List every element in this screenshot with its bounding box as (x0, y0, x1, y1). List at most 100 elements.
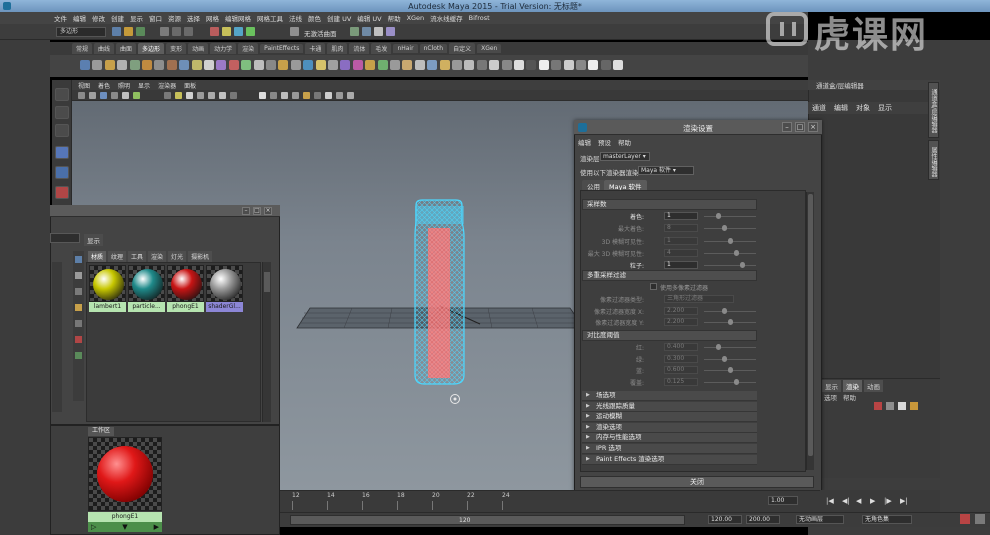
menu-item-5[interactable]: 窗口 (149, 13, 162, 23)
shelf-tool-icon[interactable] (402, 60, 413, 70)
shelf-tool-icon[interactable] (216, 60, 227, 70)
shelf-tool-icon[interactable] (377, 60, 388, 70)
hs-scroll-thumb[interactable] (264, 272, 270, 292)
shelf-tool-icon[interactable] (179, 60, 190, 70)
field-value[interactable]: 4 (664, 248, 698, 257)
layer-menu-options[interactable]: 选项 (824, 392, 837, 402)
current-frame-field[interactable]: 1.00 (768, 496, 798, 505)
shelf-tool-icon[interactable] (315, 60, 326, 70)
field-value[interactable]: 8 (664, 224, 698, 233)
viewport-toolbar-icon[interactable] (208, 92, 215, 99)
field-slider[interactable] (704, 249, 756, 256)
shelf-tool-icon[interactable] (365, 60, 376, 70)
hypershade-left-scroll[interactable] (52, 262, 62, 412)
menu-item-6[interactable]: 资源 (168, 13, 181, 23)
range-slider[interactable]: 120 (290, 515, 685, 525)
menu-item-7[interactable]: 选择 (187, 13, 200, 23)
slider-knob[interactable] (734, 249, 739, 256)
go-end-icon[interactable]: ▶| (900, 497, 908, 505)
shelf-tool-icon[interactable] (501, 60, 512, 70)
viewport-toolbar-icon[interactable] (111, 92, 118, 99)
viewport-toolbar-icon[interactable] (292, 92, 299, 99)
shelf-tab-4[interactable]: 变形 (166, 43, 187, 54)
input-port-icon[interactable]: ▷ (91, 523, 96, 531)
shelf-tool-icon[interactable] (514, 60, 524, 70)
slider-knob[interactable] (740, 262, 745, 269)
menu-item-1[interactable]: 编辑 (73, 13, 86, 23)
viewport-toolbar-icon[interactable] (100, 92, 107, 99)
layer-menu-help[interactable]: 帮助 (843, 392, 856, 402)
shelf-tab-10[interactable]: 肌肉 (327, 43, 348, 54)
step-forward-icon[interactable]: |▶ (884, 497, 892, 505)
menu-item-10[interactable]: 网格工具 (257, 13, 283, 23)
hs-maximize-button[interactable]: □ (253, 207, 261, 215)
menu-item-11[interactable]: 法线 (289, 13, 302, 23)
field-value[interactable]: 2.200 (664, 318, 698, 326)
work-area-swatch[interactable] (88, 437, 162, 511)
side-tab-attribute-editor[interactable]: 属性编辑器 (928, 140, 939, 180)
shelf-tool-icon[interactable] (352, 60, 363, 70)
field-slider[interactable] (704, 262, 756, 269)
channel-menu-3[interactable]: 显示 (878, 103, 892, 113)
close-window-button[interactable]: × (808, 122, 818, 132)
scroll-thumb[interactable] (808, 194, 813, 456)
render-frame-icon[interactable] (350, 27, 359, 36)
hypershade-scrollbar[interactable] (262, 262, 271, 422)
render-settings-scrollbar[interactable] (806, 192, 814, 470)
step-back-icon[interactable]: ◀| (842, 497, 850, 505)
slider-knob[interactable] (722, 355, 727, 362)
shelf-tool-icon[interactable] (439, 60, 450, 70)
section-collapsed-2[interactable]: 运动模糊 (582, 412, 757, 423)
hs-close-button[interactable]: × (264, 207, 272, 215)
select-tool-icon[interactable] (55, 88, 69, 101)
menu-item-12[interactable]: 颜色 (308, 13, 321, 23)
viewport-toolbar-icon[interactable] (259, 92, 266, 99)
viewport-toolbar-icon[interactable] (197, 92, 204, 99)
end-time-field[interactable]: 120.00 (708, 515, 742, 524)
field-slider[interactable] (704, 237, 756, 244)
field-value[interactable]: 1 (664, 212, 698, 220)
new-layer-icon[interactable] (874, 402, 882, 410)
field-slider[interactable] (704, 307, 756, 314)
snap-surface-icon[interactable] (246, 27, 255, 36)
live-surface-icon[interactable] (290, 27, 299, 36)
field-value[interactable]: 1 (664, 261, 698, 270)
section-multipixel-filtering[interactable]: 多重采样过滤 (582, 270, 757, 281)
section-sampling[interactable]: 采样数 (582, 199, 757, 210)
shelf-tab-12[interactable]: 毛发 (371, 43, 392, 54)
menu-item-9[interactable]: 编辑网格 (225, 13, 251, 23)
shelf-tool-icon[interactable] (551, 60, 562, 70)
shelf-tool-icon[interactable] (117, 60, 128, 70)
shelf-tool-icon[interactable] (253, 60, 264, 70)
snap-point-icon[interactable] (234, 27, 243, 36)
field-value[interactable]: 0.600 (664, 366, 698, 374)
menu-item-8[interactable]: 网格 (206, 13, 219, 23)
new-scene-icon[interactable] (112, 27, 121, 36)
save-scene-icon[interactable] (136, 27, 145, 36)
render-settings-icon[interactable] (374, 27, 383, 36)
viewport-menu-2[interactable]: 照明 (118, 81, 130, 90)
viewport-menu-4[interactable]: 渲染器 (158, 81, 176, 90)
section-collapsed-4[interactable]: 内存与性能选项 (582, 433, 757, 444)
viewport-toolbar-icon[interactable] (133, 92, 140, 99)
shelf-tab-1[interactable]: 曲线 (94, 43, 115, 54)
open-scene-icon[interactable] (124, 27, 133, 36)
play-back-icon[interactable]: ◀ (856, 497, 861, 505)
shelf-tool-icon[interactable] (228, 60, 239, 70)
hs-tab-2[interactable]: 工具 (128, 251, 147, 262)
maximize-button[interactable]: □ (795, 122, 805, 132)
paint-select-tool-icon[interactable] (55, 124, 69, 137)
hs-tab-4[interactable]: 灯光 (168, 251, 187, 262)
shelf-tool-icon[interactable] (452, 60, 462, 70)
output-port-icon[interactable]: ▶ (154, 523, 159, 531)
menu-item-18[interactable]: Bifrost (469, 14, 490, 22)
play-forward-icon[interactable]: ▶ (870, 497, 875, 505)
field-slider[interactable] (704, 319, 756, 325)
anim-layer-dropdown[interactable]: 无动画层 (796, 515, 844, 524)
shelf-tab-5[interactable]: 动画 (188, 43, 209, 54)
renderer-dropdown[interactable]: Maya 软件 ▾ (638, 166, 694, 175)
shelf-tool-icon[interactable] (104, 60, 115, 70)
rs-menu-1[interactable]: 预设 (598, 137, 611, 147)
shelf-tab-16[interactable]: XGen (477, 44, 502, 53)
shelf-tab-11[interactable]: 流体 (349, 43, 370, 54)
